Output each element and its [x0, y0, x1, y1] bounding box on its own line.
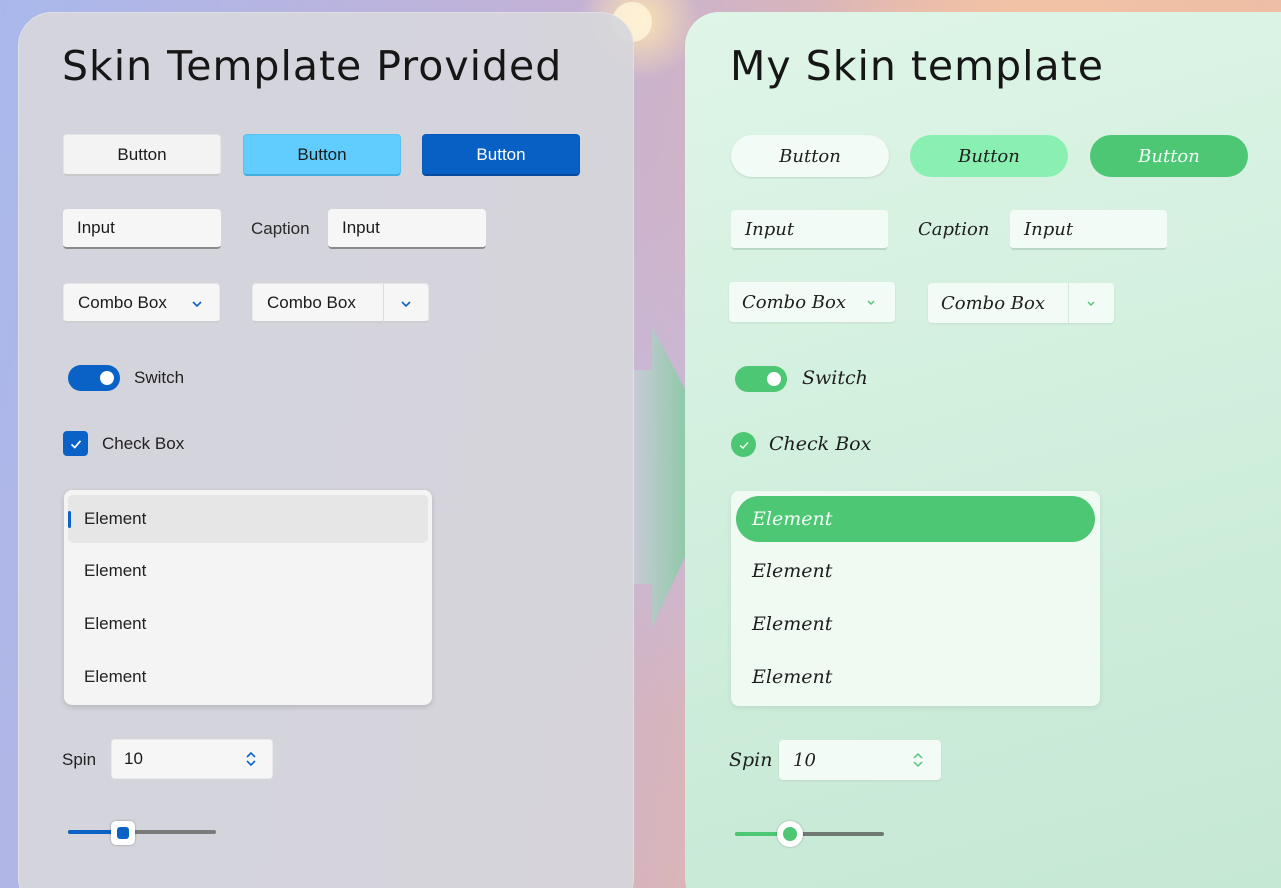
- slider-thumb[interactable]: [777, 821, 803, 847]
- checkmark-icon: [739, 441, 749, 449]
- selection-indicator: [68, 511, 71, 528]
- up-down-arrows-icon[interactable]: [911, 751, 925, 769]
- list-item-label: Element: [84, 667, 147, 686]
- left-split-combo-box[interactable]: Combo Box: [252, 283, 429, 323]
- right-list-box: Element Element Element Element: [731, 491, 1100, 706]
- left-panel-title: Skin Template Provided: [62, 42, 563, 90]
- combo-box-label: Combo Box: [941, 292, 1045, 314]
- list-item-label: Element: [752, 613, 833, 635]
- left-default-button[interactable]: Button: [63, 134, 221, 176]
- list-item-label: Element: [752, 666, 833, 688]
- list-item-label: Element: [84, 614, 147, 633]
- right-toggle-switch[interactable]: [735, 366, 787, 392]
- right-spin-box[interactable]: 10: [779, 740, 941, 780]
- left-spin-box[interactable]: 10: [111, 739, 273, 779]
- left-switch-label: Switch: [134, 368, 185, 387]
- right-split-combo-box[interactable]: Combo Box: [928, 283, 1114, 323]
- list-item[interactable]: Element: [736, 496, 1095, 542]
- right-accent-button[interactable]: Button: [1090, 135, 1248, 177]
- chevron-down-icon: [867, 300, 875, 305]
- list-item[interactable]: Element: [736, 548, 1095, 594]
- spin-value: 10: [124, 749, 143, 768]
- right-checkbox-label: Check Box: [769, 433, 872, 455]
- left-light-accent-button[interactable]: Button: [243, 134, 401, 176]
- left-accent-button[interactable]: Button: [422, 134, 580, 176]
- left-captioned-input-field[interactable]: Input: [328, 209, 486, 249]
- right-input-caption: Caption: [918, 219, 990, 240]
- left-input-caption: Caption: [251, 219, 310, 238]
- right-input-field[interactable]: Input: [731, 210, 888, 250]
- left-combo-box[interactable]: Combo Box: [63, 283, 220, 323]
- spin-value: 10: [793, 749, 816, 771]
- right-default-button[interactable]: Button: [731, 135, 889, 177]
- right-spin-label: Spin: [729, 749, 773, 771]
- slider-thumb[interactable]: [111, 821, 135, 845]
- list-item[interactable]: Element: [68, 600, 428, 648]
- chevron-down-icon: [192, 301, 202, 308]
- switch-knob: [767, 372, 781, 386]
- left-input-field[interactable]: Input: [63, 209, 221, 249]
- combo-box-label: Combo Box: [78, 292, 167, 312]
- combo-box-divider: [383, 284, 384, 322]
- list-item-label: Element: [84, 561, 147, 580]
- list-item[interactable]: Element: [68, 547, 428, 595]
- left-spin-label: Spin: [62, 750, 97, 769]
- left-slider[interactable]: [68, 820, 216, 845]
- left-checkbox[interactable]: [63, 431, 88, 456]
- right-checkbox[interactable]: [731, 432, 756, 457]
- chevron-down-icon[interactable]: [400, 298, 412, 310]
- combo-box-divider: [1068, 283, 1069, 323]
- list-item-label: Element: [752, 508, 833, 530]
- right-slider[interactable]: [735, 821, 884, 847]
- right-combo-box[interactable]: Combo Box: [729, 282, 895, 322]
- checkmark-icon: [70, 439, 81, 449]
- switch-knob: [100, 371, 114, 385]
- right-light-accent-button[interactable]: Button: [910, 135, 1068, 177]
- combo-box-label: Combo Box: [267, 292, 356, 312]
- list-item-label: Element: [84, 509, 147, 528]
- list-item[interactable]: Element: [736, 601, 1095, 647]
- list-item[interactable]: Element: [736, 654, 1095, 700]
- combo-box-label: Combo Box: [742, 291, 846, 313]
- left-toggle-switch[interactable]: [68, 365, 120, 391]
- left-list-box: Element Element Element Element: [64, 490, 432, 705]
- list-item[interactable]: Element: [68, 495, 428, 543]
- list-item-label: Element: [752, 560, 833, 582]
- right-switch-label: Switch: [802, 367, 868, 389]
- left-checkbox-label: Check Box: [102, 434, 185, 453]
- right-panel-title: My Skin template: [730, 42, 1104, 90]
- right-captioned-input-field[interactable]: Input: [1010, 210, 1167, 250]
- chevron-down-icon[interactable]: [1085, 297, 1097, 309]
- up-down-arrows-icon[interactable]: [244, 750, 258, 768]
- list-item[interactable]: Element: [68, 653, 428, 701]
